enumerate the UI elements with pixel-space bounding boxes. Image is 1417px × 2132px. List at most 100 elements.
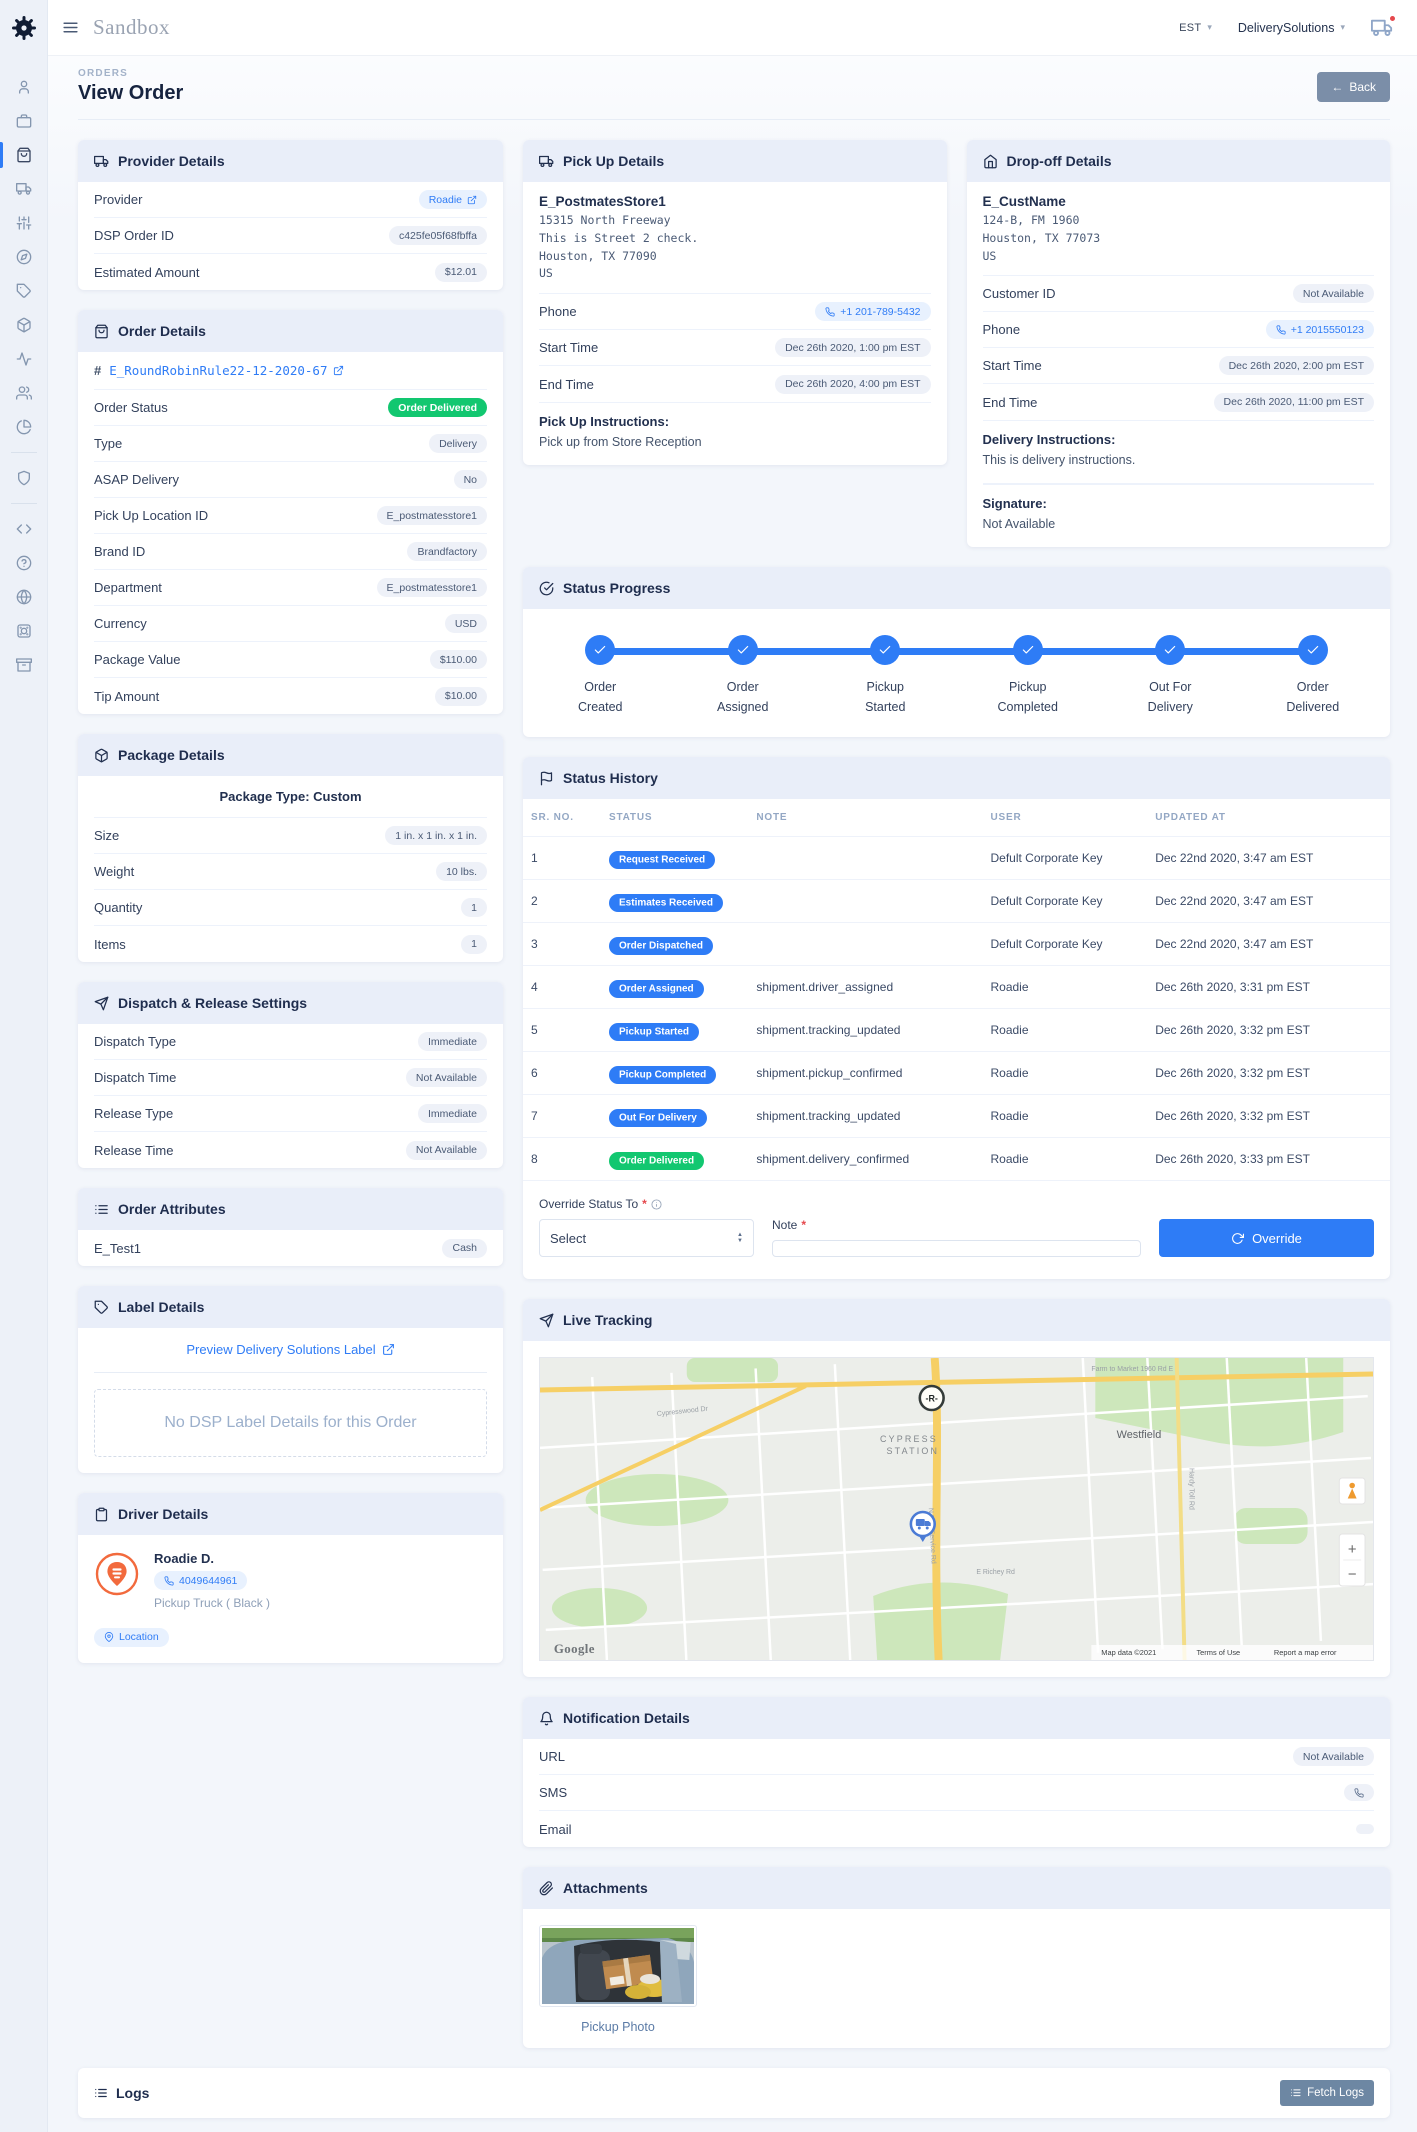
provider-details-card: Provider Details ProviderRoadieDSP Order… [78,140,503,290]
bell-icon [539,1711,554,1726]
list-icon [1290,2087,1302,2099]
override-status-select[interactable]: Select ▲▼ [539,1219,754,1257]
card-title: Drop-off Details [1007,153,1112,169]
row-value-pill: E_postmatesstore1 [377,506,487,525]
menu-toggle[interactable] [62,19,79,36]
status-history-row: 6Pickup Completedshipment.pickup_confirm… [523,1052,1390,1095]
check-icon [1163,643,1177,657]
sidebar-item-user[interactable] [0,70,47,104]
sidebar-item-activity[interactable] [0,342,47,376]
timezone-dropdown[interactable]: EST ▾ [1179,22,1212,34]
check-icon [736,643,750,657]
provider-link[interactable]: Roadie [419,190,487,209]
fetch-logs-button[interactable]: Fetch Logs [1280,2080,1374,2106]
no-label-message: No DSP Label Details for this Order [94,1389,487,1457]
sidebar-item-integrations[interactable] [0,614,47,648]
override-note-input[interactable] [772,1240,1141,1257]
sliders-icon [16,215,32,231]
override-status-label: Override Status To* [539,1197,754,1211]
tracking-map[interactable]: Cypresswood Dr Farm to Market 1960 Rd E … [539,1357,1374,1661]
org-dropdown[interactable]: DeliverySolutions ▾ [1238,21,1345,35]
sidebar-item-code[interactable] [0,512,47,546]
attachment-caption: Pickup Photo [539,2012,697,2048]
pickup-instructions-label: Pick Up Instructions: [539,414,931,429]
column-header: UPDATED AT [1147,799,1390,837]
map-terms-link[interactable]: Terms of Use [1196,1648,1240,1657]
list-icon [94,2086,108,2100]
status-history-row: 8Order Deliveredshipment.delivery_confir… [523,1138,1390,1181]
card-title: Provider Details [118,153,225,169]
refresh-icon [1231,1232,1244,1245]
external-link-icon [467,195,477,205]
zoom-out-button[interactable]: − [1348,1566,1357,1583]
driver-name: Roadie D. [154,1551,270,1566]
row-label: Start Time [983,358,1042,373]
delivery-notifications-button[interactable] [1371,17,1393,39]
pickup-phone-link[interactable]: +1 201-789-5432 [815,302,930,321]
row-value-pill: $10.00 [435,687,487,706]
row-label: Type [94,436,122,451]
column-header: SR. NO. [523,799,601,837]
signature-value: Not Available [983,517,1056,531]
driver-location-button[interactable]: Location [94,1628,169,1647]
map-report-link[interactable]: Report a map error [1274,1648,1337,1657]
progress-step: OrderCreated [529,635,672,717]
map-label-station: STATION [887,1446,940,1456]
detail-row: Release TimeNot Available [94,1132,487,1168]
detail-row: DSP Order IDc425fe05f68fbffa [94,218,487,254]
attachments-card: Attachments [523,1867,1390,2048]
sidebar-item-globe[interactable] [0,580,47,614]
sidebar-item-tag[interactable] [0,274,47,308]
sidebar-item-users[interactable] [0,376,47,410]
app-logo[interactable] [0,0,47,56]
dropoff-details-card: Drop-off Details E_CustName 124-B, FM 19… [967,140,1391,547]
live-tracking-card: Live Tracking [523,1299,1390,1677]
detail-row: Tip Amount$10.00 [94,678,487,714]
pickup-photo-thumbnail[interactable] [539,1925,697,2007]
dropoff-phone-link[interactable]: +1 2015550123 [1266,320,1374,339]
sidebar-item-package[interactable] [0,308,47,342]
detail-row: Release TypeImmediate [94,1096,487,1132]
map-label-cypress: CYPRESS [880,1434,938,1444]
row-label: E_Test1 [94,1241,141,1256]
sidebar-item-shield[interactable] [0,461,47,495]
pegman-control[interactable] [1339,1478,1365,1504]
progress-step: PickupStarted [814,635,957,717]
override-button[interactable]: Override [1159,1219,1374,1257]
preview-label-link[interactable]: Preview Delivery Solutions Label [186,1342,394,1357]
sidebar-item-sliders[interactable] [0,206,47,240]
check-circle-icon [539,581,554,596]
progress-step: Out ForDelivery [1099,635,1242,717]
sidebar-item-archive[interactable] [0,648,47,682]
driver-marker[interactable]: -R- [920,1386,944,1410]
order-number-link[interactable]: E_RoundRobinRule22-12-2020-67 [109,363,344,378]
logs-card: Logs Fetch Logs [78,2068,1390,2118]
row-value-pill: Not Available [1293,284,1374,303]
step-check-circle [1155,635,1185,665]
driver-phone-link[interactable]: 4049644961 [154,1571,247,1590]
status-badge: Pickup Started [609,1023,699,1041]
status-history-row: 4Order Assignedshipment.driver_assignedR… [523,966,1390,1009]
row-label: ASAP Delivery [94,472,179,487]
sidebar-item-compass[interactable] [0,240,47,274]
step-check-circle [870,635,900,665]
back-button[interactable]: ← Back [1317,72,1390,102]
override-note-label: Note* [772,1218,1141,1232]
sidebar-item-help[interactable] [0,546,47,580]
sms-phone-pill[interactable] [1344,1784,1374,1801]
dropoff-address: 124-B, FM 1960 Houston, TX 77073 US [983,212,1375,265]
sidebar-item-truck[interactable] [0,172,47,206]
row-label: Size [94,828,119,843]
detail-row: DepartmentE_postmatesstore1 [94,570,487,606]
sidebar-item-pie-chart[interactable] [0,410,47,444]
phone-icon [1276,325,1286,335]
status-history-row: 1Request ReceivedDefult Corporate KeyDec… [523,837,1390,880]
detail-row: Dispatch TimeNot Available [94,1060,487,1096]
sidebar-item-orders-bag[interactable] [0,138,47,172]
sidebar-item-briefcase[interactable] [0,104,47,138]
logs-title: Logs [94,2085,149,2101]
row-label: End Time [983,395,1038,410]
road-label: Farm to Market 1960 Rd E [1091,1366,1173,1373]
row-label: SMS [539,1785,567,1800]
card-title: Status History [563,770,658,786]
